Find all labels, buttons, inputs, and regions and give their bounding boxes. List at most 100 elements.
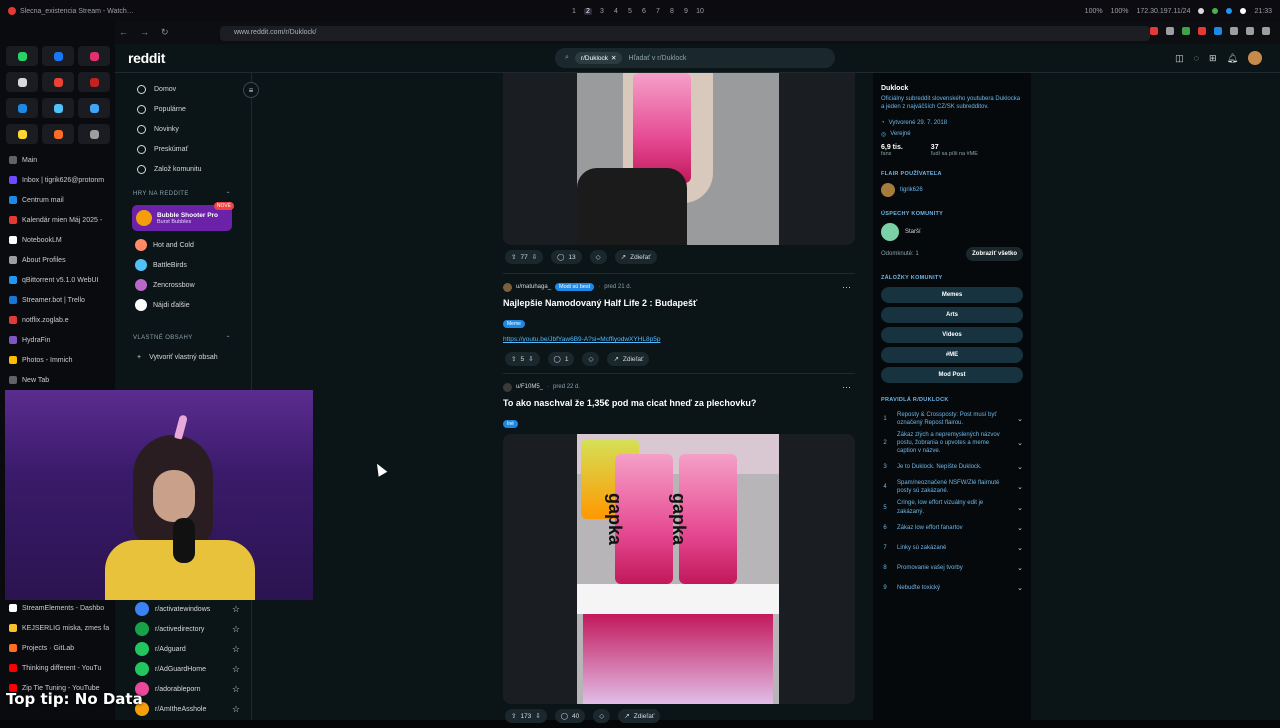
downvote-icon[interactable]: ⇩ [535,712,540,720]
browser-tab[interactable]: KEJSERLIG miska, zmes fa [4,618,114,638]
rule-item[interactable]: 4 Spam/neoznačené NSFW/Zlé flairnuté post… [881,477,1023,497]
game-item[interactable]: BattleBirds [115,255,251,275]
rule-item[interactable]: 5 Cringe, low effort vizuálny edit je zak… [881,497,1023,517]
chevron-down-icon[interactable]: ⌄ [1017,504,1023,512]
post-author[interactable]: u/matuhaga_ [516,284,551,290]
extension-icon[interactable] [1230,27,1238,35]
chevron-down-icon[interactable]: ⌄ [1017,544,1023,552]
nav-item-2[interactable]: Novinky [115,119,251,139]
comments-button[interactable]: ◯ 1 [547,352,575,366]
rule-item[interactable]: 9 Nebuďte toxický ⌄ [881,578,1023,598]
subreddit-item[interactable]: r/AdGuardHome ☆ [135,659,250,679]
post-title[interactable]: Najlepšie Namodovaný Half Life 2 : Budap… [503,298,855,308]
award-button[interactable]: ◇ [589,250,607,264]
game-item[interactable]: Nájdi ďalšie [115,295,251,315]
chat-icon[interactable] [6,98,38,118]
browser-tab[interactable]: Centrum mail [4,190,114,210]
game-item[interactable]: Zencrossbow [115,275,251,295]
workspace-6[interactable]: 6 [640,8,648,15]
whatsapp-icon[interactable] [6,46,38,66]
nav-item-4[interactable]: Založ komunitu [115,159,251,179]
vote-control[interactable]: ⇧ 173 ⇩ [505,709,547,723]
rule-item[interactable]: 2 Zákaz zlých a nepremyslených názvov pos… [881,429,1023,457]
workspace-7[interactable]: 7 [654,8,662,15]
chevron-down-icon[interactable]: ⌄ [1017,584,1023,592]
gmail-icon[interactable] [42,72,74,92]
workspace-2[interactable]: 2 [584,7,592,15]
post-card[interactable]: u/matuhaga_ Modi sú best · pred 21 d. ··… [503,273,855,371]
post-image[interactable] [503,73,855,245]
post-flair[interactable]: Meme [503,320,525,328]
star-icon[interactable]: ☆ [232,624,240,635]
star-icon[interactable]: ☆ [232,664,240,675]
post-author[interactable]: u/F10M5_ [516,384,543,390]
browser-tab[interactable]: Inbox | tigrik626@protonm [4,170,114,190]
close-icon[interactable]: ✕ [611,54,616,62]
workspace-switcher[interactable]: 1 2 3 4 5 6 7 8 9 10 [570,7,704,15]
nav-item-3[interactable]: Preskúmať [115,139,251,159]
gmail-icon[interactable] [78,72,110,92]
chevron-down-icon[interactable]: ⌄ [1017,463,1023,471]
game-promo-card[interactable]: Bubble Shooter Pro Burst Bubbles NOVÉ [132,202,234,231]
bookmark-button[interactable]: #ME [881,346,1023,363]
more-options-icon[interactable]: ··· [842,382,851,392]
vote-control[interactable]: ⇧ 5 ⇩ [505,352,540,366]
upvote-icon[interactable]: ⇧ [511,355,516,363]
forward-icon[interactable]: → [140,27,149,38]
browser-tab[interactable]: Thinking different - YouTu [4,658,114,678]
bookmark-button[interactable]: Memes [881,286,1023,303]
subreddit-item[interactable]: r/adorableporn ☆ [135,679,250,699]
create-post-icon[interactable]: ⊞ [1209,53,1217,64]
share-button[interactable]: ↗ Zdieľať [618,709,661,723]
browser-tab[interactable]: NotebookLM [4,230,114,250]
search-bar[interactable]: ⌕ r/Duklock ✕ Hľadať v r/Duklock [555,48,835,68]
subreddit-chip[interactable]: r/Duklock ✕ [574,52,623,64]
search-placeholder[interactable]: Hľadať v r/Duklock [628,55,686,62]
rule-item[interactable]: 7 Linky sú zakázané ⌄ [881,538,1023,558]
chevron-down-icon[interactable]: ⌄ [1017,439,1023,447]
share-button[interactable]: ↗ Zdieľať [607,352,650,366]
nav-item-1[interactable]: Populárne [115,99,251,119]
rule-item[interactable]: 8 Promovanie vašej tvorby ⌄ [881,558,1023,578]
browser-tab[interactable]: qBittorrent v5.1.0 WebUI [4,270,114,290]
browser-tab[interactable]: HydraFin [4,330,114,350]
post-flair[interactable]: Iné [503,420,518,428]
drive-icon[interactable] [42,98,74,118]
workspace-3[interactable]: 3 [598,8,606,15]
star-icon[interactable]: ☆ [232,704,240,715]
star-icon[interactable]: ☆ [232,604,240,615]
subreddit-item[interactable]: r/activedirectory ☆ [135,619,250,639]
browser-tab[interactable]: Streamer.bot | Trello [4,290,114,310]
downvote-icon[interactable]: ⇩ [532,253,537,261]
subreddit-item[interactable]: r/Adguard ☆ [135,639,250,659]
reload-icon[interactable]: ↻ [161,27,169,38]
user-avatar[interactable] [503,382,512,392]
game-item[interactable]: Hot and Cold [115,235,251,255]
workspace-4[interactable]: 4 [612,8,620,15]
avatar[interactable] [1248,51,1262,65]
browser-tab[interactable]: Projects · GitLab [4,638,114,658]
url-text[interactable]: www.reddit.com/r/Duklock/ [234,29,316,36]
docs-icon[interactable] [78,98,110,118]
browser-tab[interactable]: StreamElements - Dashbo [4,598,114,618]
browser-tab[interactable]: New Tab [4,370,114,390]
custom-feeds-header[interactable]: VLASTNÉ OBSAHY ⌃ [115,329,251,347]
chevron-down-icon[interactable]: ⌄ [1017,564,1023,572]
workspace-10[interactable]: 10 [696,8,704,15]
extension-icon[interactable] [1214,27,1222,35]
subreddit-item[interactable]: r/AmItheAsshole ☆ [135,699,250,719]
browser-tab[interactable]: Photos - Immich [4,350,114,370]
notes-icon[interactable] [6,124,38,144]
user-flair-row[interactable]: tigrik626 [881,182,1023,197]
chevron-down-icon[interactable]: ⌄ [1017,483,1023,491]
user-avatar[interactable] [503,282,512,292]
post-image[interactable]: gapka gapka [503,434,855,704]
workspace-9[interactable]: 9 [682,8,690,15]
post-card[interactable]: u/F10M5_ · pred 22 d. ··· To ako naschva… [503,373,855,728]
x-icon[interactable] [6,72,38,92]
bookmark-button[interactable]: Mod Post [881,366,1023,383]
star-icon[interactable]: ☆ [232,644,240,655]
comments-button[interactable]: ◯ 13 [551,250,582,264]
workspace-8[interactable]: 8 [668,8,676,15]
extension-icon[interactable] [1150,27,1158,35]
